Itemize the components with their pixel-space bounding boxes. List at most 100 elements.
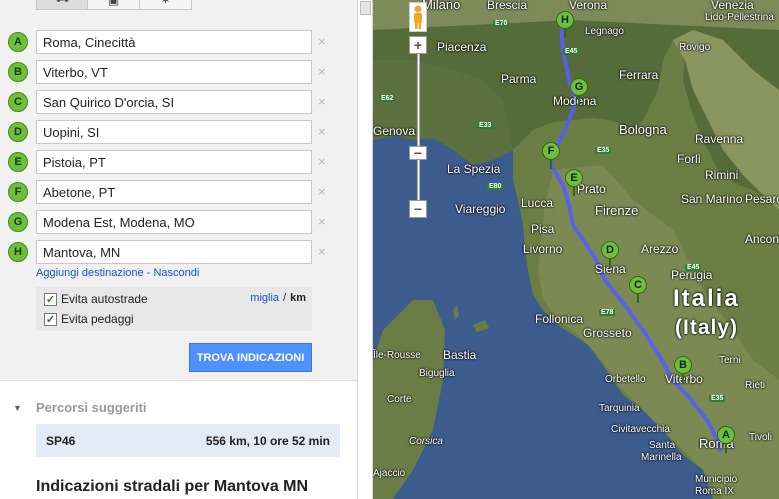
- label-firenze: Firenze: [595, 203, 639, 218]
- label-ile-rousse: Île-Rousse: [373, 350, 421, 361]
- collapse-arrow-icon[interactable]: ▼: [13, 403, 22, 413]
- marker-e-icon: E: [8, 152, 28, 172]
- map-marker-b[interactable]: B: [674, 356, 694, 384]
- road-shield: E78: [599, 309, 616, 316]
- panel-splitter[interactable]: [357, 0, 373, 499]
- marker-d-icon: D: [8, 122, 28, 142]
- waypoint-row: D ×: [8, 120, 338, 144]
- mode-car-button[interactable]: ⛟: [36, 0, 88, 10]
- label-ancona: Ancona: [745, 232, 779, 246]
- waypoint-input[interactable]: [36, 180, 312, 204]
- map-marker-d[interactable]: D: [601, 241, 621, 269]
- add-destination-link[interactable]: Aggiungi destinazione: [36, 267, 144, 279]
- label-viareggio: Viareggio: [455, 202, 506, 216]
- map-marker-e[interactable]: E: [565, 169, 585, 197]
- find-directions-button[interactable]: TROVA INDICAZIONI: [189, 343, 312, 372]
- waypoint-row: A ×: [8, 30, 338, 54]
- directions-panel: ⛟ ▣ ✶ A × B × C × D × E ×: [0, 0, 357, 499]
- label-lucca: Lucca: [521, 196, 554, 210]
- zoom-slider-track[interactable]: [417, 52, 420, 206]
- waypoint-input[interactable]: [36, 240, 312, 264]
- waypoint-input[interactable]: [36, 120, 312, 144]
- route-name: SP46: [46, 434, 76, 448]
- car-icon: ⛟: [54, 0, 69, 7]
- map-marker-g[interactable]: G: [570, 78, 590, 106]
- map-marker-c[interactable]: C: [629, 276, 649, 304]
- marker-c-icon: C: [629, 276, 647, 294]
- avoid-highways-option[interactable]: ✓ Evita autostrade: [44, 291, 148, 307]
- zoom-slider-handle[interactable]: −: [409, 145, 427, 161]
- avoid-tolls-checkbox[interactable]: ✓: [44, 312, 57, 326]
- label-ajaccio: Ajaccio: [373, 468, 406, 479]
- mode-transit-button[interactable]: ▣: [88, 0, 140, 10]
- road-shield: E45: [685, 264, 702, 271]
- label-pesaro: Pesaro: [745, 192, 779, 206]
- remove-waypoint-icon[interactable]: ×: [318, 214, 326, 229]
- marker-c-icon: C: [8, 92, 28, 112]
- waypoint-row: B ×: [8, 60, 338, 84]
- zoom-out-button[interactable]: −: [409, 200, 427, 218]
- waypoint-input[interactable]: [36, 30, 312, 54]
- units-miles-link[interactable]: miglia: [250, 292, 279, 304]
- label-ferrara: Ferrara: [619, 68, 659, 82]
- zoom-in-button[interactable]: +: [409, 36, 427, 54]
- waypoint-input[interactable]: [36, 150, 312, 174]
- label-tarquinia: Tarquinia: [599, 403, 640, 414]
- label-santa: Santa: [649, 440, 676, 451]
- remove-waypoint-icon[interactable]: ×: [318, 244, 326, 259]
- label-bastia: Bastia: [443, 348, 477, 362]
- label-corte: Corte: [387, 394, 412, 405]
- label-tivoli: Tivoli: [749, 432, 772, 443]
- remove-waypoint-icon[interactable]: ×: [318, 184, 326, 199]
- label-bologna: Bologna: [619, 122, 667, 137]
- marker-f-icon: F: [542, 142, 560, 160]
- label-venezia: Venezia: [711, 0, 754, 12]
- avoid-highways-checkbox[interactable]: ✓: [44, 292, 57, 306]
- units-separator: /: [283, 292, 287, 304]
- remove-waypoint-icon[interactable]: ×: [318, 154, 326, 169]
- collapse-panel-button[interactable]: [360, 1, 371, 15]
- route-option[interactable]: SP46 556 km, 10 ore 52 min: [36, 424, 340, 457]
- hide-link[interactable]: Nascondi: [153, 267, 199, 279]
- waypoint-row: G ×: [8, 210, 338, 234]
- avoid-tolls-option[interactable]: ✓ Evita pedaggi: [44, 311, 134, 327]
- road-shield: E33: [477, 122, 494, 129]
- waypoint-input[interactable]: [36, 90, 312, 114]
- units-km-label: km: [290, 292, 306, 304]
- road-shield: E80: [487, 183, 504, 190]
- map-marker-a[interactable]: A: [717, 426, 737, 454]
- remove-waypoint-icon[interactable]: ×: [318, 124, 326, 139]
- marker-d-icon: D: [601, 241, 619, 259]
- map-marker-f[interactable]: F: [542, 142, 562, 170]
- map-view[interactable]: Milano Brescia Verona Venezia Lido-Pelle…: [373, 0, 779, 499]
- marker-a-icon: A: [717, 426, 735, 444]
- map-terrain: [373, 0, 779, 499]
- label-marinella: Marinella: [641, 452, 682, 463]
- link-separator: -: [146, 267, 151, 279]
- marker-g-icon: G: [8, 212, 28, 232]
- marker-h-icon: H: [556, 11, 574, 29]
- directions-title: Indicazioni stradali per Mantova MN: [36, 478, 309, 495]
- bus-icon: ▣: [107, 0, 120, 7]
- road-shield: E35: [595, 147, 612, 154]
- remove-waypoint-icon[interactable]: ×: [318, 94, 326, 109]
- label-brescia: Brescia: [487, 0, 528, 12]
- label-milano: Milano: [422, 0, 461, 12]
- road-shield: E35: [709, 395, 726, 402]
- pegman-icon[interactable]: [409, 2, 427, 32]
- remove-waypoint-icon[interactable]: ×: [318, 34, 326, 49]
- route-distance-time: 556 km, 10 ore 52 min: [205, 434, 330, 448]
- label-parma: Parma: [501, 72, 537, 86]
- waypoint-input[interactable]: [36, 210, 312, 234]
- walk-icon: ✶: [160, 0, 171, 7]
- mode-walk-button[interactable]: ✶: [140, 0, 192, 10]
- avoid-tolls-label: Evita pedaggi: [61, 312, 134, 326]
- road-shield: E62: [379, 95, 396, 102]
- waypoint-row: F ×: [8, 180, 338, 204]
- waypoint-input[interactable]: [36, 60, 312, 84]
- label-italia: Italia: [673, 285, 740, 312]
- remove-waypoint-icon[interactable]: ×: [318, 64, 326, 79]
- label-piacenza: Piacenza: [437, 40, 487, 54]
- map-marker-h[interactable]: H: [556, 11, 576, 39]
- label-sanmarino: San Marino: [681, 192, 743, 206]
